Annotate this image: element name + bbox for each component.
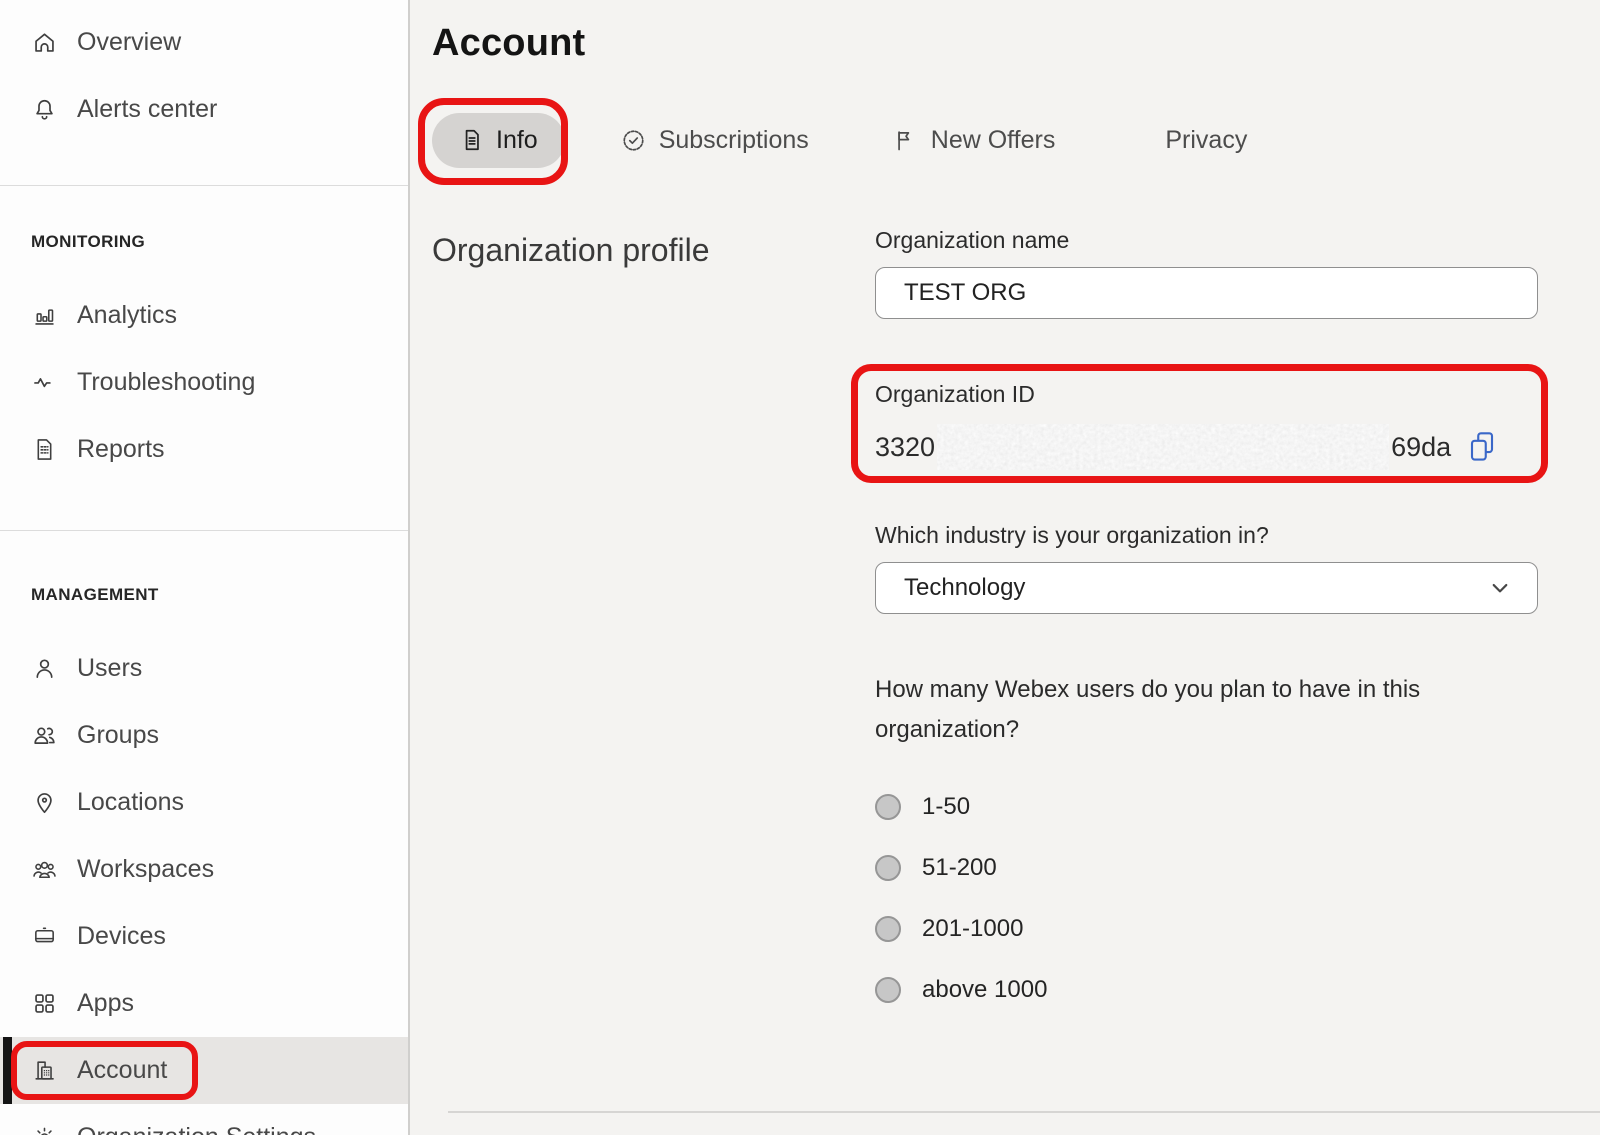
location-pin-icon (31, 789, 58, 816)
sidebar-item-label: Account (77, 1056, 167, 1085)
sidebar-item-locations[interactable]: Locations (0, 769, 408, 836)
org-name-input[interactable] (875, 267, 1538, 319)
workspaces-icon (31, 856, 58, 883)
sidebar-item-apps[interactable]: Apps (0, 970, 408, 1037)
tab-label: New Offers (931, 126, 1056, 155)
tab-label: Privacy (1165, 126, 1247, 155)
org-id-prefix: 3320 (875, 432, 935, 463)
tab-new-offers[interactable]: New Offers (892, 126, 1056, 155)
industry-label: Which industry is your organization in? (875, 522, 1538, 549)
org-id-value: 3320 (875, 424, 1538, 470)
copy-button[interactable] (1467, 428, 1501, 466)
page-title: Account (432, 22, 1540, 65)
bar-chart-icon (31, 302, 58, 329)
industry-select[interactable]: Technology (875, 562, 1538, 614)
bell-icon (31, 96, 58, 123)
sidebar-item-label: Locations (77, 788, 184, 817)
sidebar-item-alerts-center[interactable]: Alerts center (0, 76, 408, 143)
report-icon (31, 436, 58, 463)
radio-option-1-50[interactable]: 1-50 (875, 776, 1538, 837)
radio-option-51-200[interactable]: 51-200 (875, 837, 1538, 898)
flag-icon (892, 127, 919, 154)
section-title: Organization profile (432, 227, 712, 274)
org-name-label: Organization name (875, 227, 1538, 254)
tab-info[interactable]: Info (432, 113, 565, 168)
sidebar: Overview Alerts center MONITORING Analyt… (0, 0, 410, 1135)
user-count-question: How many Webex users do you plan to have… (875, 670, 1515, 750)
radio-icon (875, 977, 901, 1003)
tab-subscriptions[interactable]: Subscriptions (620, 126, 809, 155)
sidebar-item-analytics[interactable]: Analytics (0, 282, 408, 349)
account-building-icon (31, 1057, 58, 1084)
user-icon (31, 655, 58, 682)
sidebar-item-label: Workspaces (77, 855, 214, 884)
tab-privacy[interactable]: Privacy (1165, 126, 1247, 155)
radio-icon (875, 916, 901, 942)
sidebar-item-label: Groups (77, 721, 159, 750)
main-content: Account Info Subscriptions New Offers (410, 0, 1600, 1135)
radio-icon (875, 855, 901, 881)
sidebar-item-label: Troubleshooting (77, 368, 255, 397)
industry-selected-value: Technology (904, 574, 1025, 602)
sidebar-item-label: Overview (77, 28, 181, 57)
masked-org-id-blur (937, 424, 1389, 470)
sidebar-item-label: Apps (77, 989, 134, 1018)
user-count-field-group: How many Webex users do you plan to have… (875, 670, 1538, 1020)
home-icon (31, 29, 58, 56)
tab-bar: Info Subscriptions New Offers Privacy (432, 111, 1540, 169)
sidebar-item-workspaces[interactable]: Workspaces (0, 836, 408, 903)
badge-check-icon (620, 127, 647, 154)
sidebar-item-groups[interactable]: Groups (0, 702, 408, 769)
sidebar-item-organization-settings[interactable]: Organization Settings (0, 1104, 408, 1135)
sidebar-divider (0, 185, 408, 186)
org-id-suffix: 69da (1391, 432, 1451, 463)
industry-field-group: Which industry is your organization in? … (875, 522, 1538, 614)
sidebar-section-monitoring: MONITORING (0, 222, 408, 262)
sidebar-section-management: MANAGEMENT (0, 575, 408, 615)
organization-profile-section: Organization profile Organization name O… (432, 227, 1540, 1020)
radio-icon (875, 794, 901, 820)
sidebar-item-troubleshooting[interactable]: Troubleshooting (0, 349, 408, 416)
devices-icon (31, 923, 58, 950)
sidebar-item-label: Devices (77, 922, 166, 951)
sidebar-item-devices[interactable]: Devices (0, 903, 408, 970)
gear-icon (31, 1124, 58, 1135)
copy-icon (1467, 430, 1497, 464)
sidebar-item-label: Analytics (77, 301, 177, 330)
radio-option-above-1000[interactable]: above 1000 (875, 959, 1538, 1020)
users-group-icon (31, 722, 58, 749)
sidebar-item-account[interactable]: Account (0, 1037, 408, 1104)
section-divider (448, 1111, 1600, 1113)
org-id-label: Organization ID (875, 381, 1538, 408)
sidebar-item-label: Alerts center (77, 95, 217, 124)
sidebar-item-overview[interactable]: Overview (0, 9, 408, 76)
user-count-options: 1-50 51-200 201-1000 above 1000 (875, 776, 1538, 1020)
radio-option-201-1000[interactable]: 201-1000 (875, 898, 1538, 959)
org-id-field-group: Organization ID 3320 (875, 381, 1538, 470)
org-name-field-group: Organization name (875, 227, 1538, 319)
pulse-icon (31, 369, 58, 396)
apps-grid-icon (31, 990, 58, 1017)
tab-label: Info (496, 126, 538, 155)
sidebar-item-users[interactable]: Users (0, 635, 408, 702)
sidebar-item-label: Organization Settings (77, 1123, 316, 1135)
active-indicator (3, 1037, 12, 1104)
sidebar-item-label: Reports (77, 435, 165, 464)
document-icon (459, 127, 485, 153)
tab-label: Subscriptions (659, 126, 809, 155)
sidebar-divider (0, 530, 408, 531)
chevron-down-icon (1487, 575, 1513, 601)
sidebar-item-reports[interactable]: Reports (0, 416, 408, 483)
sidebar-item-label: Users (77, 654, 142, 683)
